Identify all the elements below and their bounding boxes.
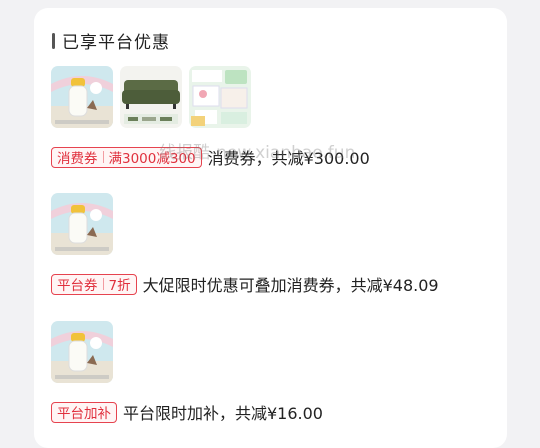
tag-type-label: 消费券	[57, 151, 98, 167]
coupon-tag: 消费券 满3000减300	[51, 146, 202, 168]
discount-group-platform-subsidy: 平台加补 平台限时加补，共减¥16.00	[51, 321, 323, 424]
product-thumbnails	[51, 193, 439, 255]
product-thumbnail-diapers[interactable]	[189, 66, 251, 128]
tag-condition-label: 7折	[108, 278, 131, 294]
product-thumbnail-baby-bottle[interactable]	[51, 321, 113, 383]
tag-condition-label: 满3000减300	[108, 151, 196, 167]
discount-group-consumer-coupon: 消费券 满3000减300 消费券，共减¥300.00	[51, 66, 370, 169]
coupon-tag: 平台券 7折	[51, 273, 137, 295]
discount-description: 大促限时优惠可叠加消费券，共减¥48.09	[142, 276, 439, 295]
header-accent-bar	[52, 32, 55, 49]
discount-row: 消费券 满3000减300 消费券，共减¥300.00	[51, 145, 370, 169]
tag-type-label: 平台加补	[57, 406, 111, 422]
product-thumbnails	[51, 66, 370, 128]
discount-group-platform-coupon: 平台券 7折 大促限时优惠可叠加消费券，共减¥48.09	[51, 193, 439, 296]
section-header: 已享平台优惠	[52, 28, 170, 53]
discount-description: 平台限时加补，共减¥16.00	[123, 404, 323, 423]
product-thumbnails	[51, 321, 323, 383]
tag-separator	[102, 278, 104, 290]
product-thumbnail-baby-bottle[interactable]	[51, 66, 113, 128]
section-title: 已享平台优惠	[62, 33, 170, 53]
tag-separator	[102, 151, 104, 163]
coupon-tag: 平台加补	[51, 401, 117, 423]
discount-row: 平台券 7折 大促限时优惠可叠加消费券，共减¥48.09	[51, 272, 439, 296]
platform-discount-card: 已享平台优惠 消费券 满3000减300 消费券，共减¥300.00 平台券 7…	[34, 8, 507, 448]
tag-type-label: 平台券	[57, 278, 98, 294]
discount-row: 平台加补 平台限时加补，共减¥16.00	[51, 400, 323, 424]
product-thumbnail-baby-bottle[interactable]	[51, 193, 113, 255]
discount-description: 消费券，共减¥300.00	[207, 149, 370, 168]
product-thumbnail-sofa[interactable]	[120, 66, 182, 128]
